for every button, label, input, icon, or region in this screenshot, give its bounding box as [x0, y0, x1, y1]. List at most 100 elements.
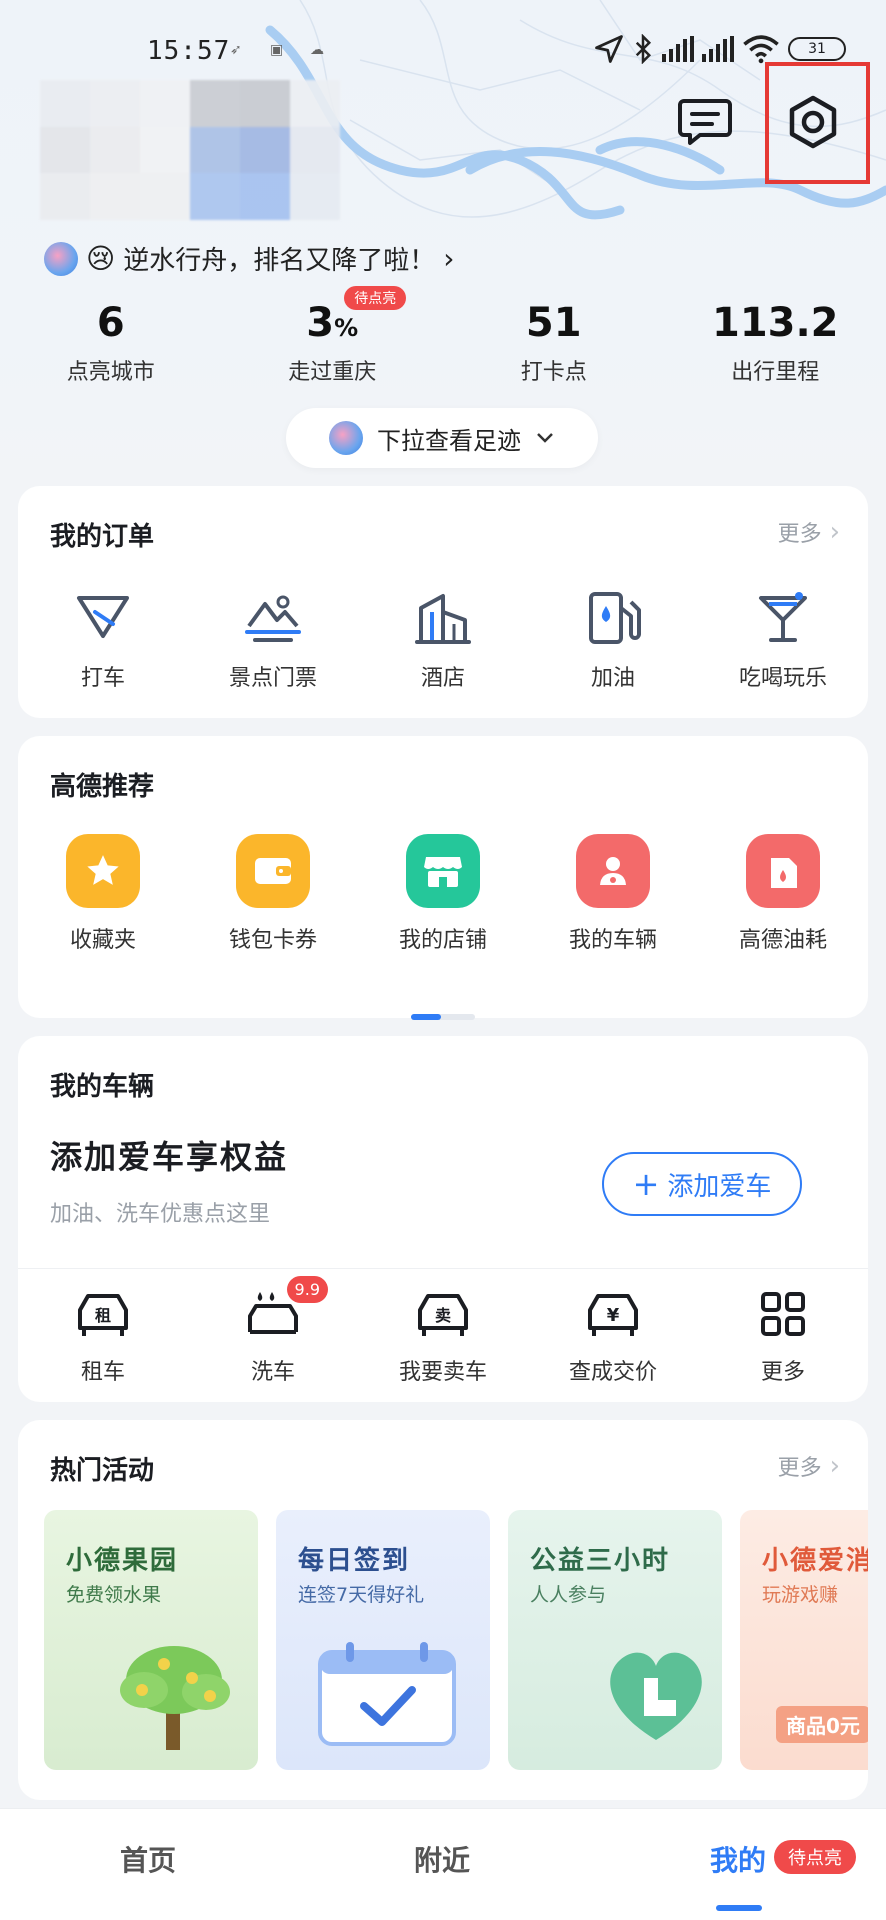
recommend-label: 收藏夹 [69, 928, 136, 953]
rank-banner[interactable]: 😢 逆水行舟，排名又降了啦！ › [44, 240, 454, 277]
wifi-icon [743, 35, 779, 64]
activity-checkin[interactable]: 每日签到 连签7天得好礼 [276, 1510, 490, 1770]
stat-label: 出行里程 [731, 360, 820, 385]
tab-nearby[interactable]: 附近 [342, 1839, 542, 1879]
pull-down-footprint-button[interactable]: 下拉查看足迹 [286, 408, 598, 468]
order-entertainment[interactable]: 吃喝玩乐 [698, 590, 868, 692]
plus-icon: + [632, 1165, 660, 1203]
order-fuel[interactable]: 加油 [528, 590, 698, 692]
cocktail-icon [753, 590, 813, 646]
activities-more-link[interactable]: 更多 › [778, 1450, 840, 1482]
orders-more-link[interactable]: 更多 › [778, 516, 840, 548]
tab-home[interactable]: 首页 [48, 1839, 248, 1879]
chevron-down-icon [537, 433, 553, 443]
chevron-right-icon: › [829, 517, 840, 547]
vehicles-title: 我的车辆 [50, 1072, 155, 1102]
orders-card: 我的订单 更多 › 打车 景点门票 酒店 加油 吃喝玩乐 [18, 486, 868, 718]
recommend-fuel-consumption[interactable]: 高德油耗 [698, 834, 868, 954]
rent-car-icon: 租 [74, 1288, 132, 1340]
vehicle-rent[interactable]: 租 租车 [18, 1288, 188, 1386]
activity-subtitle: 玩游戏赚 [762, 1584, 839, 1606]
hotel-icon [413, 590, 473, 646]
stat-label: 打卡点 [520, 360, 587, 385]
location-arrow-icon [595, 35, 623, 63]
tab-badge: 待点亮 [774, 1840, 856, 1874]
stat-value: 51 [525, 300, 582, 346]
message-icon[interactable] [675, 92, 735, 152]
svg-text:租: 租 [95, 1306, 111, 1325]
vehicle-sell[interactable]: 卖 我要卖车 [358, 1288, 528, 1386]
svg-text:卖: 卖 [435, 1306, 451, 1325]
grid-icon [757, 1288, 809, 1340]
activities-carousel[interactable]: 小德果园 免费领水果 每日签到 连签7天得好礼 公益三小时 人人参与 小德爱消 … [44, 1510, 868, 1770]
vehicle-label: 更多 [760, 1360, 805, 1385]
charity-heart-icon [610, 1652, 702, 1740]
more-label: 更多 [777, 1456, 822, 1481]
app-notification-icon: ▣ [270, 42, 284, 58]
sad-face-icon: 😢 [86, 242, 116, 275]
rank-text: 逆水行舟，排名又降了啦！ [123, 246, 436, 276]
recommend-title: 高德推荐 [50, 772, 155, 802]
activity-subtitle: 人人参与 [530, 1584, 607, 1606]
price-badge: 9.9 [286, 1276, 328, 1303]
vehicle-label: 租车 [80, 1360, 125, 1385]
add-car-button[interactable]: + 添加爱车 [602, 1152, 802, 1216]
avatar[interactable] [40, 80, 340, 220]
order-label: 景点门票 [228, 666, 317, 691]
vehicle-wash[interactable]: 9.9 洗车 [188, 1276, 358, 1386]
divider [18, 1268, 868, 1269]
stat-value: 113.2 [711, 300, 839, 346]
mascot-icon [329, 421, 363, 455]
vehicles-subtitle: 加油、洗车优惠点这里 [50, 1202, 271, 1227]
recommend-wallet[interactable]: 钱包卡券 [188, 834, 358, 954]
vehicle-more[interactable]: 更多 [698, 1288, 868, 1386]
recommend-favorites[interactable]: 收藏夹 [18, 834, 188, 954]
order-scenic-ticket[interactable]: 景点门票 [188, 590, 358, 692]
activity-orchard[interactable]: 小德果园 免费领水果 [44, 1510, 258, 1770]
order-hotel[interactable]: 酒店 [358, 590, 528, 692]
stat-chongqing[interactable]: 待点亮 3% 走过重庆 [222, 286, 444, 386]
svg-text:¥: ¥ [607, 1305, 620, 1326]
recommend-vehicle[interactable]: 我的车辆 [528, 834, 698, 954]
stat-cities[interactable]: 6 点亮城市 [0, 300, 222, 386]
vehicle-label: 查成交价 [568, 1360, 657, 1385]
order-taxi[interactable]: 打车 [18, 590, 188, 692]
order-label: 打车 [80, 666, 125, 691]
cloud-icon: ☁ [310, 42, 324, 58]
driver-icon [576, 834, 650, 908]
settings-highlight-box [765, 62, 870, 184]
add-car-label: 添加爱车 [667, 1171, 772, 1202]
order-label: 加油 [590, 666, 635, 691]
status-icons: 31 [594, 34, 846, 64]
recommend-store[interactable]: 我的店铺 [358, 834, 528, 954]
calendar-icon [318, 1642, 456, 1746]
stat-mileage[interactable]: 113.2 出行里程 [665, 300, 886, 386]
fruit-tree-icon [120, 1646, 230, 1750]
car-price-icon: ¥ [584, 1288, 642, 1340]
activity-title: 小德爱消 [762, 1546, 868, 1576]
vehicle-price[interactable]: ¥ 查成交价 [528, 1288, 698, 1386]
recommend-label: 高德油耗 [738, 928, 827, 953]
activity-game[interactable]: 小德爱消 玩游戏赚 商品0元 [740, 1510, 868, 1770]
activity-charity[interactable]: 公益三小时 人人参与 [508, 1510, 722, 1770]
travel-stats: 6 点亮城市 待点亮 3% 走过重庆 51 打卡点 113.2 出行里程 [0, 286, 886, 386]
recommend-card: 高德推荐 收藏夹 钱包卡券 我的店铺 我的车辆 高德油耗 [18, 736, 868, 1020]
store-icon [406, 834, 480, 908]
bottom-tab-bar: 首页 附近 我的 [0, 1808, 886, 1920]
chevron-right-icon: › [829, 1451, 840, 1481]
vehicle-label: 洗车 [250, 1360, 295, 1385]
vehicle-label: 我要卖车 [398, 1360, 487, 1385]
stat-value: 6 [96, 300, 125, 346]
activity-title: 公益三小时 [530, 1546, 671, 1576]
sell-car-icon: 卖 [414, 1288, 472, 1340]
stat-checkins[interactable]: 51 打卡点 [443, 300, 665, 386]
taxi-icon [73, 590, 133, 646]
stat-value: 3 [306, 300, 335, 346]
vehicles-card: 我的车辆 添加爱车享权益 加油、洗车优惠点这里 + 添加爱车 租 租车 9.9 … [18, 1036, 868, 1402]
activities-card: 热门活动 更多 › 小德果园 免费领水果 每日签到 连签7天得好礼 公益三小时 人… [18, 1420, 868, 1800]
signal-1-icon [662, 36, 694, 62]
recommend-label: 我的店铺 [398, 928, 487, 953]
stat-label: 点亮城市 [66, 360, 155, 385]
fuel-icon [583, 590, 643, 646]
recommend-label: 钱包卡券 [228, 928, 317, 953]
